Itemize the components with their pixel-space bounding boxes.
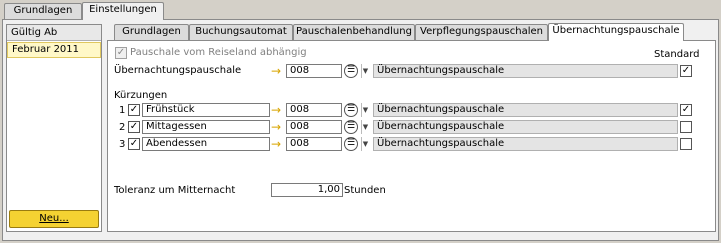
kuerzung-num: 3 (119, 139, 126, 150)
toleranz-input[interactable]: 1,00 (271, 183, 343, 197)
tab-buchungsautomat[interactable]: Buchungsautomat (189, 24, 293, 40)
tab-pauschalenbehandlung[interactable]: Pauschalenbehandlung (293, 24, 415, 40)
dropdown-icon[interactable]: ▼ (361, 103, 369, 117)
pauschale-reiseland-checkbox[interactable]: ✓ (115, 47, 127, 59)
tab-grundlagen[interactable]: Grundlagen (114, 24, 189, 40)
valid-from-list: Gültig Ab Februar 2011 (6, 24, 102, 232)
valid-from-header: Gültig Ab (7, 25, 101, 41)
kuerzung-standard-checkbox[interactable] (680, 138, 692, 150)
kuerzung-checkbox[interactable]: ✓ (128, 138, 140, 150)
kuerzung-checkbox[interactable]: ✓ (128, 121, 140, 133)
kuerzung-desc-field: Übernachtungspauschale (373, 120, 678, 134)
kuerzung-num: 1 (119, 105, 126, 116)
new-button[interactable]: Neu... (9, 210, 99, 228)
link-arrow-icon[interactable]: → (271, 121, 287, 133)
tab-einstellungen-outer[interactable]: Einstellungen (82, 2, 164, 20)
main-code-input[interactable]: 008 (286, 64, 342, 78)
main-standard-checkbox[interactable]: ✓ (680, 65, 692, 77)
dropdown-icon[interactable]: ▼ (361, 64, 369, 78)
kuerzung-label-input[interactable]: Frühstück (142, 103, 270, 117)
kuerzung-code-input[interactable]: 008 (286, 120, 342, 134)
tab-verpflegungspauschalen[interactable]: Verpflegungspauschalen (415, 24, 548, 40)
main-label: Übernachtungspauschale (114, 65, 242, 76)
kuerzung-label-input[interactable]: Mittagessen (142, 120, 270, 134)
dropdown-icon[interactable]: ▼ (361, 120, 369, 134)
kuerzung-desc-field: Übernachtungspauschale (373, 103, 678, 117)
kuerzung-standard-checkbox[interactable]: ✓ (680, 104, 692, 116)
pauschale-reiseland-label: Pauschale vom Reiseland abhängig (130, 47, 307, 58)
list-icon[interactable]: ☰ (344, 64, 358, 78)
dropdown-icon[interactable]: ▼ (361, 137, 369, 151)
kuerzung-checkbox[interactable]: ✓ (128, 104, 140, 116)
kuerzung-code-input[interactable]: 008 (286, 137, 342, 151)
list-icon[interactable]: ☰ (344, 120, 358, 134)
kuerzung-code-input[interactable]: 008 (286, 103, 342, 117)
toleranz-unit: Stunden (344, 185, 386, 196)
list-icon[interactable]: ☰ (344, 103, 358, 117)
kuerzung-standard-checkbox[interactable] (680, 121, 692, 133)
link-arrow-icon[interactable]: → (271, 104, 287, 116)
kuerzungen-label: Kürzungen (114, 90, 168, 101)
list-icon[interactable]: ☰ (344, 137, 358, 151)
main-desc-field: Übernachtungspauschale (373, 64, 678, 78)
kuerzung-num: 2 (119, 122, 126, 133)
standard-label: Standard (654, 49, 700, 60)
valid-from-row[interactable]: Februar 2011 (7, 42, 101, 58)
tab-grundlagen-outer[interactable]: Grundlagen (4, 3, 82, 19)
toleranz-label: Toleranz um Mitternacht (114, 185, 236, 196)
kuerzung-label-input[interactable]: Abendessen (142, 137, 270, 151)
tab-uebernachtungspauschale[interactable]: Übernachtungspauschale (548, 23, 684, 41)
link-arrow-icon[interactable]: → (271, 138, 287, 150)
new-button-label: Neu... (39, 213, 69, 224)
kuerzung-desc-field: Übernachtungspauschale (373, 137, 678, 151)
link-arrow-icon[interactable]: → (271, 65, 287, 77)
